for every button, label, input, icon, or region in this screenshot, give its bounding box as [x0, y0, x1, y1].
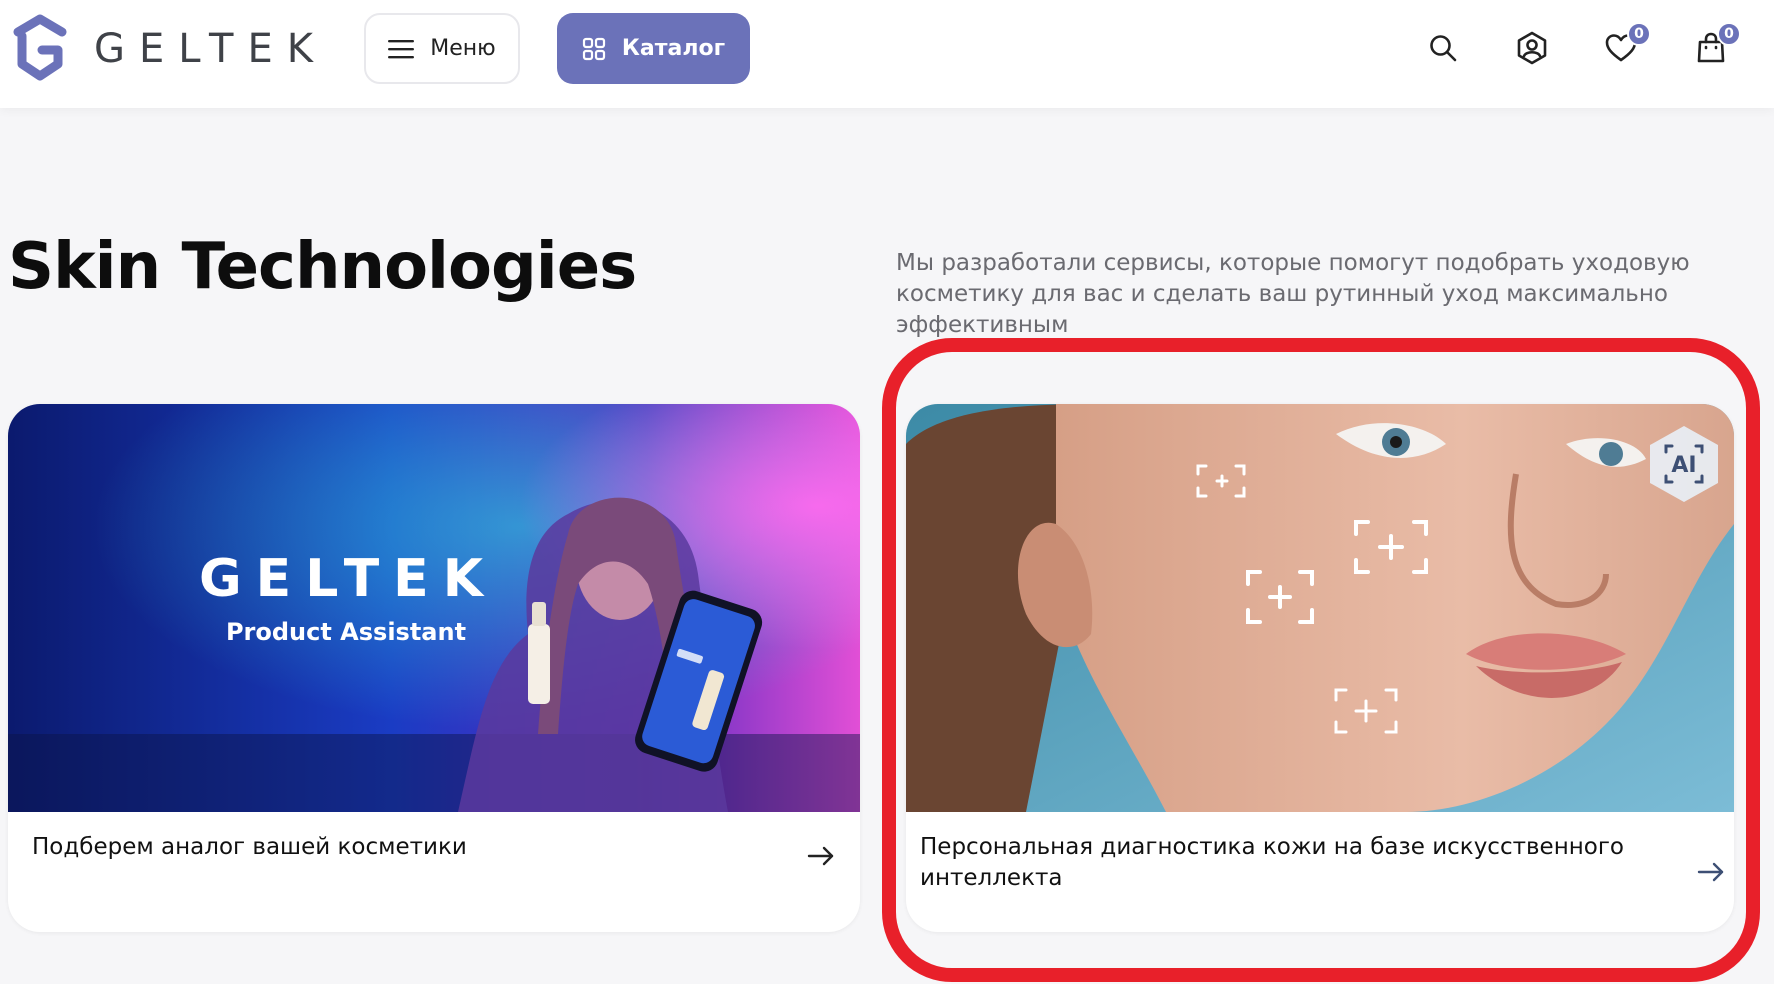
arrow-right-icon: [807, 846, 834, 866]
section-title: Skin Technologies: [8, 230, 637, 304]
logo-mark-icon: [13, 14, 67, 81]
ai-badge-label: AI: [1671, 453, 1696, 478]
catalog-button[interactable]: Каталог: [557, 13, 750, 84]
cart-count-badge: 0: [1717, 22, 1741, 46]
logo-text: GELTEK: [94, 26, 327, 72]
card-label: Подберем аналог вашей косметики: [32, 834, 467, 860]
card-image-ai-diagnostics: AI: [906, 404, 1734, 812]
logo[interactable]: GELTEK: [8, 12, 327, 86]
account-button[interactable]: [1512, 28, 1552, 68]
card-ai-skin-diagnostics[interactable]: AI Персональная диагностика кожи на базе…: [906, 404, 1734, 932]
user-icon: [1517, 31, 1547, 65]
favorites-button[interactable]: 0: [1601, 22, 1651, 68]
ai-icon: AI: [1650, 426, 1718, 502]
site-header: GELTEK Меню Каталог 0 0: [0, 0, 1774, 108]
search-button[interactable]: [1423, 28, 1463, 68]
card-product-assistant[interactable]: GELTEK Product Assistant Подберем аналог…: [8, 404, 860, 932]
cart-button[interactable]: 0: [1691, 22, 1741, 68]
face-scan-illustration: [906, 404, 1734, 812]
section-description: Мы разработали сервисы, которые помогут …: [896, 250, 1690, 338]
menu-button-label: Меню: [430, 36, 496, 61]
card-label: Персональная диагностика кожи на базе ис…: [920, 834, 1625, 891]
image-title: GELTEK: [199, 549, 497, 609]
menu-button[interactable]: Меню: [364, 13, 520, 84]
image-subtitle: Product Assistant: [226, 618, 466, 646]
favorites-count-badge: 0: [1627, 22, 1651, 46]
product-assistant-illustration: GELTEK Product Assistant: [8, 404, 860, 812]
catalog-button-label: Каталог: [621, 36, 726, 61]
arrow-right-icon: [1697, 862, 1724, 882]
search-icon: [1430, 35, 1457, 62]
card-image-product-assistant: GELTEK Product Assistant: [8, 404, 860, 812]
grid-icon: [582, 37, 606, 60]
hamburger-icon: [388, 39, 415, 58]
ai-badge: AI: [1644, 424, 1724, 504]
